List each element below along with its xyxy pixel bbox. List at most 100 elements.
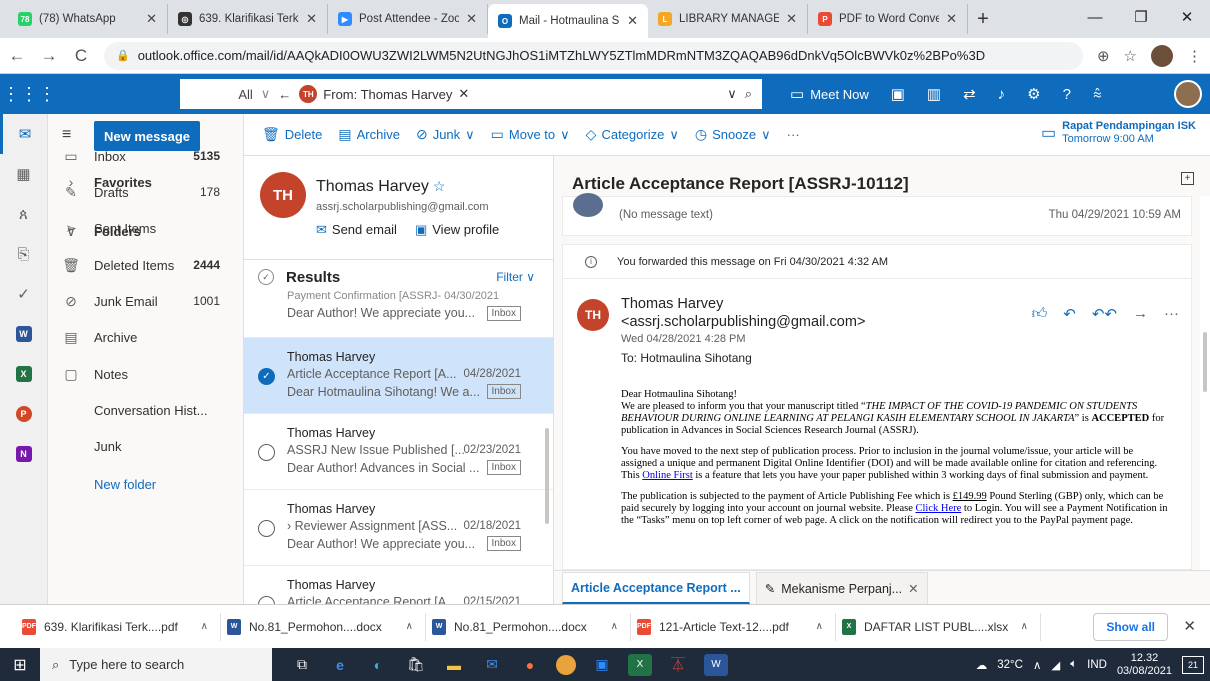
reply-all-icon[interactable]: ↶↶ bbox=[1092, 305, 1117, 323]
folder-item[interactable]: Conversation Hist... bbox=[48, 392, 244, 428]
powerpoint-icon[interactable]: P bbox=[0, 394, 47, 434]
file-explorer-icon[interactable]: ▬ bbox=[442, 654, 466, 676]
browser-tab[interactable]: L LIBRARY MANAGEMEN ✕ bbox=[648, 4, 808, 34]
account-avatar[interactable] bbox=[1174, 80, 1202, 108]
people-icon[interactable]: ጰ bbox=[0, 194, 47, 234]
list-item[interactable]: Payment Confirmation [ASSRJ- 04/30/2021 … bbox=[244, 290, 553, 338]
folder-item[interactable]: ▭ Inbox 5135 bbox=[48, 138, 244, 174]
calendar-reminder[interactable]: ▭ Rapat Pendampingan ISK Tomorrow 9:00 A… bbox=[1041, 120, 1196, 146]
folder-item[interactable]: ▢ Notes bbox=[48, 356, 244, 392]
forward-button[interactable]: → bbox=[40, 46, 58, 66]
chrome-icon[interactable] bbox=[556, 654, 576, 675]
categorize-button[interactable]: ◇ Categorize ∨ bbox=[586, 126, 679, 143]
tab-close-icon[interactable]: ✕ bbox=[786, 11, 797, 27]
download-item[interactable]: W No.81_Permohon....docx ∧ bbox=[221, 612, 426, 641]
folder-item[interactable]: New folder bbox=[48, 466, 244, 502]
tab-article-acceptance[interactable]: Article Acceptance Report ... bbox=[562, 572, 750, 604]
close-download-bar-icon[interactable]: ✕ bbox=[1183, 617, 1196, 635]
search-box[interactable]: All ∨ ← TH From: Thomas Harvey ✕ ∨ ⌕ bbox=[180, 79, 762, 109]
word-taskbar-icon[interactable]: W bbox=[704, 653, 728, 676]
files-icon[interactable]: ⎘ bbox=[0, 234, 47, 274]
meet-now-button[interactable]: ▭ Meet Now bbox=[790, 85, 869, 103]
select-checkbox[interactable] bbox=[258, 520, 275, 537]
table-row[interactable]: Thomas Harvey › Reviewer Assignment [ASS.… bbox=[244, 490, 553, 566]
browser-profile-avatar[interactable] bbox=[1151, 44, 1173, 67]
whats-new-icon[interactable]: ⩯ bbox=[1093, 86, 1102, 103]
firefox-icon[interactable]: ● bbox=[518, 654, 542, 676]
edge-icon[interactable]: ◐ bbox=[366, 654, 390, 676]
click-here-link[interactable]: Click Here bbox=[916, 503, 962, 514]
network-icon[interactable]: ◢ bbox=[1051, 658, 1060, 672]
download-item[interactable]: X DAFTAR LIST PUBL....xlsx ∧ bbox=[836, 612, 1041, 641]
browser-tab[interactable]: O Mail - Hotmaulina Siho ✕ bbox=[488, 4, 648, 38]
chevron-up-icon[interactable]: ∧ bbox=[611, 621, 618, 632]
select-checkbox[interactable] bbox=[258, 596, 275, 604]
chevron-up-icon[interactable]: ∧ bbox=[201, 621, 208, 632]
filter-button[interactable]: Filter ∨ bbox=[496, 270, 535, 284]
browser-tab[interactable]: P PDF to Word Converte ✕ bbox=[808, 4, 968, 34]
url-field[interactable]: 🔒 outlook.office.com/mail/id/AAQkADI0OWU… bbox=[104, 41, 1083, 70]
bookmark-star-icon[interactable]: ☆ bbox=[1124, 47, 1137, 65]
folder-item[interactable]: 🗑 Deleted Items 2444 bbox=[48, 247, 244, 283]
forward-icon[interactable]: → bbox=[1133, 305, 1148, 323]
scope-chevron-icon[interactable]: ∨ bbox=[261, 86, 271, 102]
favorite-star-icon[interactable]: ☆ bbox=[433, 178, 446, 194]
snooze-button[interactable]: ◷ Snooze ∨ bbox=[695, 126, 771, 143]
zoom-icon[interactable]: ▣ bbox=[590, 654, 614, 676]
onenote-feed-icon[interactable]: ▥ bbox=[927, 85, 941, 103]
table-row[interactable]: ✓ Thomas Harvey Article Acceptance Report … bbox=[244, 338, 553, 414]
calendar-icon[interactable]: ▦ bbox=[0, 154, 47, 194]
chevron-up-icon[interactable]: ∧ bbox=[406, 621, 413, 632]
tab-close-icon[interactable]: ✕ bbox=[306, 11, 317, 27]
notifications-bell-icon[interactable]: ♪ bbox=[998, 86, 1006, 103]
search-options-chevron-icon[interactable]: ∨ bbox=[727, 86, 737, 102]
chevron-up-icon[interactable]: ∧ bbox=[816, 621, 823, 632]
table-row[interactable]: Thomas Harvey Article Acceptance Report [… bbox=[244, 566, 553, 604]
tab-close-icon[interactable]: ✕ bbox=[466, 11, 477, 27]
back-button[interactable]: ← bbox=[8, 46, 26, 66]
store-icon[interactable]: 🛍︎ bbox=[404, 654, 428, 676]
previous-message-card[interactable]: (No message text) Thu 04/29/2021 10:59 A… bbox=[562, 193, 1192, 236]
list-scrollbar[interactable] bbox=[545, 428, 549, 524]
maximize-button[interactable]: ❐ bbox=[1118, 8, 1164, 26]
close-tab-icon[interactable]: ✕ bbox=[908, 581, 918, 596]
teams-chat-icon[interactable]: ▣ bbox=[891, 85, 905, 103]
reading-scrollbar[interactable] bbox=[1200, 196, 1210, 570]
excel-taskbar-icon[interactable]: X bbox=[628, 653, 652, 676]
excel-icon[interactable]: X bbox=[0, 354, 47, 394]
delete-button[interactable]: 🗑 Delete bbox=[262, 126, 322, 143]
search-icon[interactable]: ⌕ bbox=[745, 86, 752, 102]
reply-icon[interactable]: ↶ bbox=[1063, 305, 1076, 323]
task-view-icon[interactable]: ⧉ bbox=[290, 654, 314, 676]
folder-item[interactable]: ▤ Archive bbox=[48, 319, 244, 355]
close-window-button[interactable]: ✕ bbox=[1164, 8, 1210, 26]
notification-center-icon[interactable]: 21 bbox=[1182, 655, 1204, 674]
chip-close-icon[interactable]: ✕ bbox=[458, 86, 469, 102]
windows-start-icon[interactable]: ⊞ bbox=[0, 655, 40, 675]
folder-item[interactable]: ✎ Drafts 178 bbox=[48, 174, 244, 210]
contact-avatar[interactable]: TH bbox=[260, 172, 306, 218]
download-item[interactable]: PDF 639. Klarifikasi Terk....pdf ∧ bbox=[16, 612, 221, 641]
tab-mekanisme-draft[interactable]: ✎ Mekanisme Perpanj... ✕ bbox=[755, 572, 928, 604]
clock[interactable]: 12.32 03/08/2021 bbox=[1117, 652, 1172, 678]
word-icon[interactable]: W bbox=[0, 314, 47, 354]
weather-temp[interactable]: 32°C bbox=[997, 659, 1023, 671]
browser-tab[interactable]: ▶ Post Attendee - Zoom ✕ bbox=[328, 4, 488, 34]
browser-tab[interactable]: ◎ 639. Klarifikasi Terkait ✕ bbox=[168, 4, 328, 34]
new-tab-button[interactable]: + bbox=[968, 4, 998, 34]
sender-avatar[interactable]: TH bbox=[577, 299, 609, 331]
mail-icon[interactable]: ✉ bbox=[0, 114, 47, 154]
volume-icon[interactable]: 🔈︎ bbox=[1070, 658, 1077, 671]
onenote-icon[interactable]: N bbox=[0, 434, 47, 474]
translate-icon[interactable]: ⊕ bbox=[1097, 47, 1110, 65]
view-profile-link[interactable]: ▣ View profile bbox=[415, 222, 499, 238]
select-checkbox[interactable] bbox=[258, 444, 275, 461]
tab-close-icon[interactable]: ✕ bbox=[946, 11, 957, 27]
download-item[interactable]: PDF 121-Article Text-12....pdf ∧ bbox=[631, 612, 836, 641]
minimize-button[interactable]: — bbox=[1072, 9, 1118, 26]
reload-button[interactable]: C bbox=[72, 46, 90, 66]
mail-app-icon[interactable]: ✉ bbox=[480, 654, 504, 676]
junk-button[interactable]: ⊘ Junk ∨ bbox=[416, 126, 475, 143]
input-language[interactable]: IND bbox=[1087, 659, 1107, 671]
browser-menu-icon[interactable]: ⋮ bbox=[1187, 47, 1202, 65]
